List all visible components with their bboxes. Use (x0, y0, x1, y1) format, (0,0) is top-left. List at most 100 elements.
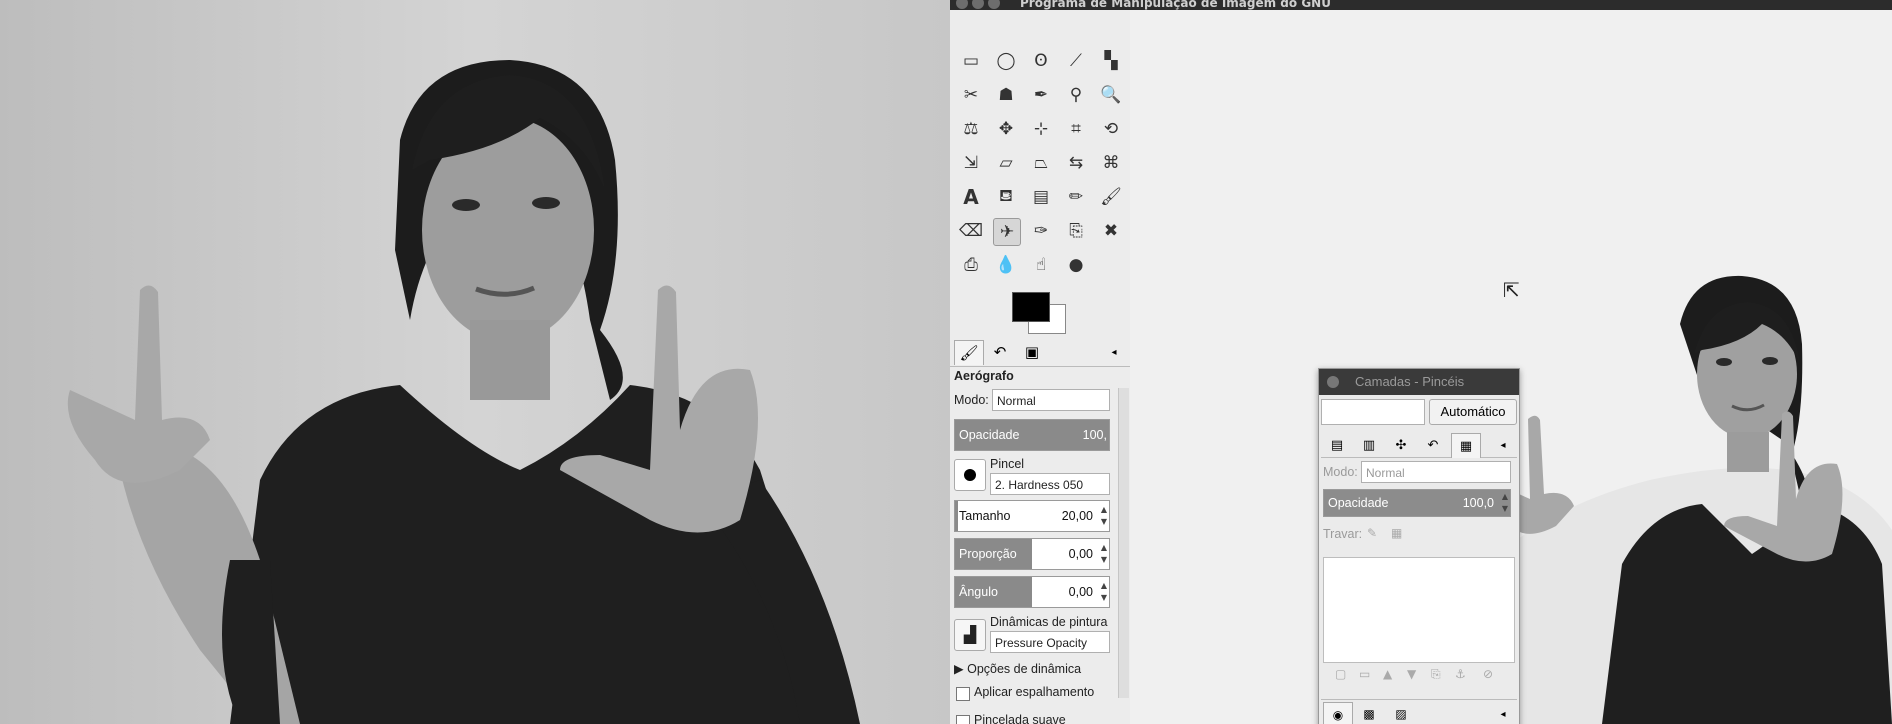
perspective-clone-icon[interactable]: ⎙ (958, 252, 984, 278)
cage-icon[interactable]: ⌘ (1098, 150, 1124, 176)
close-window-icon[interactable] (956, 0, 968, 9)
apply-jitter-checkbox[interactable] (956, 687, 970, 701)
size-value: 20,00 (1061, 509, 1093, 523)
tab-menu-icon: ◂ (1500, 708, 1506, 720)
rect-select-icon[interactable]: ▭ (958, 48, 984, 74)
paintbrush-icon[interactable]: 🖌 (1098, 184, 1124, 210)
lower-layer-icon[interactable]: ▼ (1407, 667, 1416, 681)
blend-icon[interactable]: ▤ (1028, 184, 1054, 210)
dynamics-select[interactable]: Pressure Opacity (990, 631, 1110, 653)
brush-preview[interactable] (954, 459, 986, 491)
tab-channels[interactable]: ▥ (1355, 433, 1383, 457)
aspect-spin-icon[interactable]: ▲ ▼ (1101, 542, 1107, 566)
move-icon[interactable]: ✥ (993, 116, 1019, 142)
image-select[interactable] (1321, 399, 1425, 425)
layers-icon: ▤ (1330, 437, 1344, 453)
maximize-window-icon[interactable] (988, 0, 1000, 9)
tab-device-status[interactable]: ▣ (1018, 340, 1046, 364)
airbrush-icon[interactable]: ✈ (993, 218, 1021, 246)
raise-layer-icon[interactable]: ▲ (1383, 667, 1392, 681)
layers-list[interactable] (1323, 557, 1515, 663)
dynamics-options-expander[interactable]: ▶ Opções de dinâmica (954, 661, 1081, 676)
select-by-color-icon[interactable]: ▚ (1098, 48, 1124, 74)
opacity-slider[interactable]: Opacidade 100, (954, 419, 1110, 451)
layers-actions-bar: ▢ ▭ ▲ ▼ ⎘ ⚓ ⊘ (1323, 667, 1513, 689)
clone-icon[interactable]: ⎘ (1063, 218, 1089, 244)
tab-paths[interactable]: ✣ (1387, 433, 1415, 457)
crop-icon[interactable]: ⌗ (1063, 116, 1089, 142)
eraser-icon[interactable]: ⌫ (958, 218, 984, 244)
angle-spin-icon[interactable]: ▲ ▼ (1101, 580, 1107, 604)
lock-alpha-icon[interactable]: ▦ (1391, 526, 1402, 540)
tab-layers[interactable]: ▤ (1323, 433, 1351, 457)
dodge-burn-icon[interactable]: ● (1063, 252, 1089, 278)
aspect-value: 0,00 (1068, 547, 1093, 561)
brush-select[interactable]: 2. Hardness 050 (990, 473, 1110, 495)
tab-tool-options[interactable]: 🖌 (954, 340, 984, 365)
perspective-icon[interactable]: ⏢ (1028, 150, 1054, 176)
close-dialog-icon[interactable] (1327, 376, 1339, 388)
zoom-icon[interactable]: 🔍 (1098, 82, 1124, 108)
ink-icon[interactable]: ✑ (1028, 218, 1054, 244)
fuzzy-select-icon[interactable]: ⟋ (1063, 48, 1089, 74)
layers-tab-menu[interactable]: ◂ (1489, 433, 1517, 457)
shear-icon[interactable]: ▱ (993, 150, 1019, 176)
layers-opacity-spin-icon[interactable]: ▲ ▼ (1502, 491, 1508, 515)
tab-brushes[interactable]: ▦ (1451, 433, 1481, 458)
size-slider[interactable]: Tamanho 20,00 ▲ ▼ (954, 500, 1110, 532)
foreground-color-swatch[interactable] (1012, 292, 1050, 322)
aspect-slider[interactable]: Proporção 0,00 ▲ ▼ (954, 538, 1110, 570)
bucket-fill-icon[interactable]: ⛾ (993, 184, 1019, 210)
scale-icon[interactable]: ⇲ (958, 150, 984, 176)
layers-opacity-slider[interactable]: Opacidade 100,0 ▲ ▼ (1323, 489, 1511, 517)
layers-opacity-value: 100,0 (1462, 496, 1494, 510)
blur-icon[interactable]: 💧 (993, 252, 1019, 278)
layers-mode-select[interactable]: Normal (1361, 461, 1511, 483)
paintbrush-icon: 🖌 (959, 344, 979, 362)
ellipse-select-icon[interactable]: ◯ (993, 48, 1019, 74)
mode-select[interactable]: Normal (992, 389, 1110, 411)
foreground-select-icon[interactable]: ☗ (993, 82, 1019, 108)
tool-options-scrollbar[interactable] (1118, 388, 1129, 698)
tab-menu-button[interactable]: ◂ (1100, 340, 1128, 364)
tab-patterns[interactable]: ▩ (1355, 702, 1383, 724)
size-spin-icon[interactable]: ▲ ▼ (1101, 504, 1107, 528)
text-icon[interactable]: A (958, 184, 984, 210)
opacity-value: 100, (1082, 428, 1107, 442)
dynamics-icon[interactable]: ▟ (954, 619, 986, 651)
free-select-icon[interactable]: ʘ (1028, 48, 1054, 74)
lock-pixels-icon[interactable]: ✎ (1367, 526, 1377, 540)
undo-tab-icon: ↶ (1427, 437, 1439, 453)
minimize-window-icon[interactable] (972, 0, 984, 9)
undo-icon: ↶ (993, 343, 1007, 361)
paths-icon[interactable]: ✒ (1028, 82, 1054, 108)
duplicate-layer-icon[interactable]: ⎘ (1431, 667, 1441, 682)
dynamics-options-label: Opções de dinâmica (967, 662, 1082, 676)
measure-icon[interactable]: ⚖ (958, 116, 984, 142)
canvas-area[interactable]: ⇱ Camadas - Pincéis Automático ▤ ▥ ✣ ↶ ▦… (1130, 10, 1892, 724)
tab-undo-history[interactable]: ↶ (986, 340, 1014, 364)
rotate-icon[interactable]: ⟲ (1098, 116, 1124, 142)
bottom-tab-menu[interactable]: ◂ (1489, 702, 1517, 724)
pencil-icon[interactable]: ✏ (1063, 184, 1089, 210)
new-layer-icon[interactable]: ▢ (1335, 667, 1346, 681)
smooth-stroke-checkbox[interactable] (956, 715, 970, 724)
tab-menu-icon: ◂ (1111, 346, 1117, 358)
angle-slider[interactable]: Ângulo 0,00 ▲ ▼ (954, 576, 1110, 608)
heal-icon[interactable]: ✖ (1098, 218, 1124, 244)
color-picker-icon[interactable]: ⚲ (1063, 82, 1089, 108)
auto-button[interactable]: Automático (1429, 399, 1517, 425)
scissors-icon[interactable]: ✂ (958, 82, 984, 108)
tab-undo[interactable]: ↶ (1419, 433, 1447, 457)
smudge-icon[interactable]: ☝ (1028, 252, 1054, 278)
delete-layer-icon[interactable]: ⊘ (1483, 667, 1493, 681)
layers-mode-label: Modo: (1323, 465, 1358, 479)
new-group-icon[interactable]: ▭ (1359, 667, 1370, 681)
tab-brushes-bottom[interactable]: ◉ (1323, 702, 1353, 724)
anchor-layer-icon[interactable]: ⚓ (1455, 667, 1466, 681)
flip-icon[interactable]: ⇆ (1063, 150, 1089, 176)
tab-gradients[interactable]: ▨ (1387, 702, 1415, 724)
tab-menu-icon: ◂ (1500, 439, 1506, 451)
align-icon[interactable]: ⊹ (1028, 116, 1054, 142)
angle-value: 0,00 (1068, 585, 1093, 599)
